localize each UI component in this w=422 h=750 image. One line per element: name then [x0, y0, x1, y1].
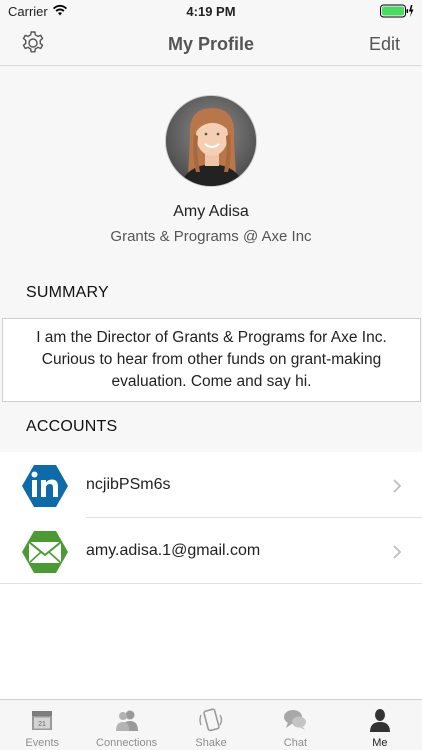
tab-label: Chat — [283, 737, 308, 749]
tab-label: Me — [372, 737, 388, 749]
tab-events[interactable]: 21 Events — [0, 700, 84, 750]
account-label: ncjibPSm6s — [86, 476, 171, 493]
profile-role: Grants & Programs @ Axe Inc — [110, 228, 312, 245]
battery-icon — [380, 4, 414, 18]
tab-me[interactable]: Me — [338, 700, 422, 750]
account-row-email[interactable]: amy.adisa.1@gmail.com — [0, 518, 422, 584]
profile-header: Amy Adisa Grants & Programs @ Axe Inc — [0, 67, 422, 267]
tab-label: Shake — [195, 737, 227, 749]
account-row-linkedin[interactable]: ncjibPSm6s — [0, 452, 422, 518]
status-bar: Carrier 4:19 PM — [0, 0, 422, 22]
calendar-day-text: 21 — [38, 721, 46, 728]
mail-icon — [22, 531, 68, 573]
account-label: amy.adisa.1@gmail.com — [86, 542, 261, 559]
avatar[interactable] — [165, 95, 257, 187]
tab-connections[interactable]: Connections — [84, 700, 168, 750]
tab-shake[interactable]: Shake — [169, 700, 253, 750]
tab-bar: 21 Events Connections Shake Chat Me — [0, 699, 422, 750]
summary-heading: SUMMARY — [26, 284, 109, 301]
summary-text: I am the Director of Grants & Programs f… — [36, 329, 387, 390]
person-icon — [369, 709, 390, 732]
tab-label: Events — [25, 737, 60, 749]
profile-name: Amy Adisa — [173, 203, 249, 220]
chat-icon — [284, 710, 307, 730]
edit-button[interactable]: Edit — [369, 34, 400, 55]
accounts-heading: ACCOUNTS — [26, 418, 118, 435]
linkedin-icon — [22, 465, 68, 507]
accounts-list: ncjibPSm6s amy.adisa.1@gmail.com — [0, 452, 422, 584]
chevron-right-icon — [393, 545, 402, 559]
page-title: My Profile — [167, 34, 255, 54]
nav-bar: My Profile Edit — [0, 22, 422, 66]
people-icon — [115, 710, 138, 731]
calendar-icon: 21 — [32, 711, 53, 730]
chevron-right-icon — [393, 479, 402, 493]
status-time: 4:19 PM — [186, 4, 236, 19]
tab-chat[interactable]: Chat — [253, 700, 337, 750]
tab-label: Connections — [96, 737, 158, 749]
avatar-photo — [166, 96, 256, 186]
summary-text-box: I am the Director of Grants & Programs f… — [2, 318, 421, 402]
phone-shake-icon — [199, 708, 223, 732]
